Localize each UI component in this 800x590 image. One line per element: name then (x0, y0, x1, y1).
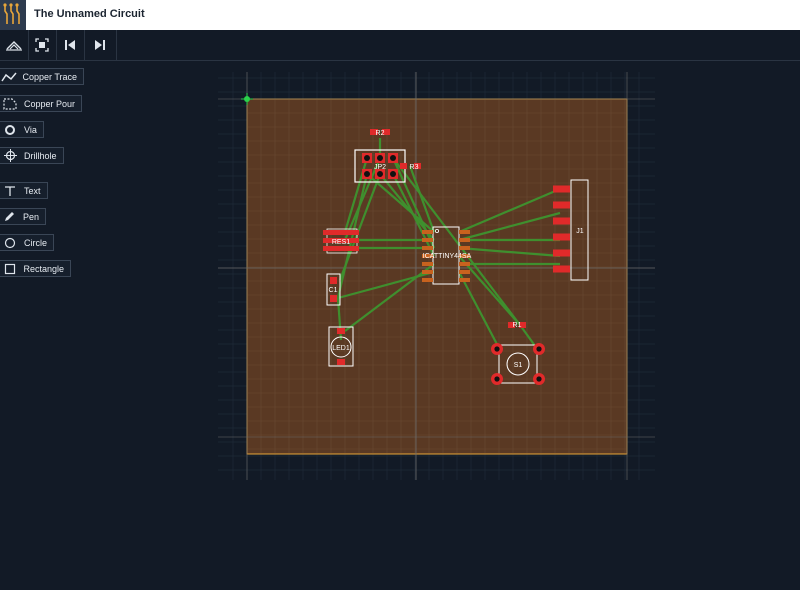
tool-label: Pen (22, 211, 39, 222)
jp2-label: JP2 (374, 164, 386, 171)
pcb-canvas[interactable]: R2 JP2 R3 J1 RES1 ICATTINY44SA C1 LED1 R… (0, 61, 800, 590)
skip-back-icon (65, 40, 75, 50)
fit-view-button[interactable] (28, 30, 57, 60)
rectangle-icon (0, 263, 19, 275)
j1-pad (553, 249, 570, 257)
s1-hole (494, 376, 500, 382)
copper-trace-icon (0, 71, 18, 83)
app-logo-icon[interactable] (0, 0, 26, 30)
jp2-hole (377, 171, 383, 177)
j1-pad (553, 201, 570, 209)
j1-pad (553, 217, 570, 225)
layers-icon (6, 41, 22, 51)
r1-label: R1 (513, 322, 522, 329)
skip-back-button[interactable] (56, 30, 85, 60)
tool-label: Copper Trace (22, 71, 77, 82)
s1-hole (536, 376, 542, 382)
top-toolbar (0, 30, 800, 61)
tool-circle[interactable]: Circle (0, 234, 54, 251)
r3-label: R3 (410, 164, 419, 171)
r3-pad (400, 163, 407, 169)
c1-label: C1 (329, 287, 338, 294)
drillhole-icon (0, 149, 20, 162)
text-icon (0, 185, 20, 197)
via-icon (0, 124, 20, 136)
app-header: The Unnamed Circuit (0, 0, 800, 30)
ic-pad (422, 246, 433, 250)
fit-view-icon (35, 38, 49, 52)
ic-pad (459, 278, 470, 282)
pen-icon (0, 211, 19, 223)
j1-label: J1 (576, 228, 584, 235)
ic-label: ICATTINY44SA (423, 253, 472, 260)
ic-pad (422, 278, 433, 282)
skip-forward-icon (95, 40, 105, 50)
res1-pad (323, 246, 359, 251)
ic-pad (459, 238, 470, 242)
res1-label: RES1 (332, 239, 350, 246)
jp2-hole (390, 171, 396, 177)
ic-pad (459, 262, 470, 266)
tool-label: Rectangle (23, 263, 64, 274)
jp2-hole (364, 171, 370, 177)
layers-button[interactable] (0, 30, 29, 60)
resonator-res1[interactable]: RES1 (323, 228, 359, 254)
j1-pad (553, 265, 570, 273)
s1-hole (494, 346, 500, 352)
tool-label: Drillhole (24, 150, 57, 161)
r2-label: R2 (376, 130, 385, 137)
app-title: The Unnamed Circuit (34, 8, 145, 20)
tool-label: Copper Pour (23, 98, 75, 109)
tool-text[interactable]: Text (0, 182, 48, 199)
tool-copper-pour[interactable]: Copper Pour (0, 95, 82, 112)
j1-pad (553, 233, 570, 241)
tool-copper-trace[interactable]: Copper Trace (0, 68, 84, 85)
jp2-hole (377, 155, 383, 161)
led1-pad (337, 359, 345, 365)
led1-pad (337, 328, 345, 334)
c1-pad (330, 277, 337, 284)
s1-label: S1 (514, 362, 523, 369)
circle-icon (0, 237, 20, 249)
res1-pad (323, 230, 359, 235)
c1-pad (330, 295, 337, 302)
tool-label: Via (24, 124, 37, 135)
skip-forward-button[interactable] (84, 30, 117, 60)
ic-pad (422, 270, 433, 274)
tool-label: Text (24, 185, 41, 196)
tool-rectangle[interactable]: Rectangle (0, 260, 71, 277)
ic-pad (422, 238, 433, 242)
ic-pad (459, 270, 470, 274)
s1-hole (536, 346, 542, 352)
ic-pad (459, 230, 470, 234)
ic-pad (422, 262, 433, 266)
tool-label: Circle (23, 237, 47, 248)
led1-label: LED1 (332, 345, 350, 352)
ic-pad (422, 230, 433, 234)
tool-drillhole[interactable]: Drillhole (0, 147, 64, 164)
jp2-hole (390, 155, 396, 161)
j1-pad (553, 185, 570, 193)
ic-pad (459, 246, 470, 250)
resistor-r1[interactable]: R1 (508, 322, 526, 329)
board-outline[interactable] (246, 98, 628, 455)
copper-pour-icon (0, 97, 20, 110)
tool-pen[interactable]: Pen (0, 208, 46, 225)
tool-via[interactable]: Via (0, 121, 44, 138)
jp2-hole (364, 155, 370, 161)
